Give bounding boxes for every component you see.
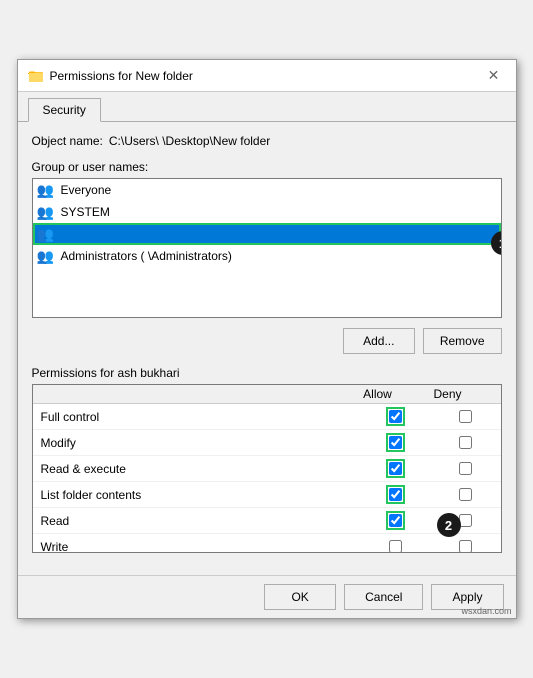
checkbox-deny-listfolder[interactable] bbox=[459, 488, 472, 501]
tab-security[interactable]: Security bbox=[28, 98, 101, 122]
permissions-header: Allow Deny bbox=[33, 385, 501, 404]
perm-row-modify: Modify bbox=[33, 430, 501, 456]
permissions-section: Permissions for ash bukhari Allow Deny F… bbox=[32, 366, 502, 553]
permissions-body: Full control Modify bbox=[33, 404, 501, 552]
user-name-administrators: Administrators ( \Administrators) bbox=[61, 249, 232, 263]
perm-name-listfolder: List folder contents bbox=[33, 486, 361, 504]
badge-2: 2 bbox=[437, 513, 461, 537]
user-list-container: 👥 Everyone 👥 SYSTEM 👥 1 👥 Administ bbox=[32, 178, 502, 318]
checkbox-deny-fullcontrol[interactable] bbox=[459, 410, 472, 423]
perm-name-read: Read bbox=[33, 512, 361, 530]
object-name-row: Object name: C:\Users\ \Desktop\New fold… bbox=[32, 134, 502, 148]
perm-deny-readexecute bbox=[431, 462, 501, 475]
user-avatar-system: 👥 bbox=[37, 203, 55, 221]
perm-allow-modify bbox=[361, 436, 431, 449]
perm-allow-read: 2 bbox=[361, 514, 431, 527]
window-title: Permissions for New folder bbox=[50, 69, 193, 83]
checkbox-allow-fullcontrol[interactable] bbox=[389, 410, 402, 423]
checkbox-allow-listfolder[interactable] bbox=[389, 488, 402, 501]
user-item-system[interactable]: 👥 SYSTEM bbox=[33, 201, 501, 223]
perm-name-fullcontrol: Full control bbox=[33, 408, 361, 426]
tab-bar: Security bbox=[18, 92, 516, 122]
object-name-label: Object name: bbox=[32, 134, 103, 148]
perm-allow-readexecute bbox=[361, 462, 431, 475]
group-section-label: Group or user names: bbox=[32, 160, 502, 174]
remove-button[interactable]: Remove bbox=[423, 328, 502, 354]
checkbox-allow-read[interactable] bbox=[389, 514, 402, 527]
checkbox-allow-modify[interactable] bbox=[389, 436, 402, 449]
user-item-everyone[interactable]: 👥 Everyone bbox=[33, 179, 501, 201]
user-item-ashbukhari[interactable]: 👥 1 bbox=[33, 223, 501, 245]
checkbox-deny-read[interactable] bbox=[459, 514, 472, 527]
perm-name-modify: Modify bbox=[33, 434, 361, 452]
title-bar-left: Permissions for New folder bbox=[28, 68, 193, 84]
perm-row-readexecute: Read & execute bbox=[33, 456, 501, 482]
perm-row-write: Write bbox=[33, 534, 501, 552]
checkbox-deny-write[interactable] bbox=[459, 540, 472, 552]
perm-header-allow: Allow bbox=[343, 385, 413, 403]
perm-row-fullcontrol: Full control bbox=[33, 404, 501, 430]
user-name-everyone: Everyone bbox=[61, 183, 112, 197]
cancel-button[interactable]: Cancel bbox=[344, 584, 423, 610]
perm-deny-listfolder bbox=[431, 488, 501, 501]
perm-allow-listfolder bbox=[361, 488, 431, 501]
perm-name-write: Write bbox=[33, 538, 361, 553]
perm-row-read: Read 2 bbox=[33, 508, 501, 534]
folder-icon bbox=[28, 68, 44, 84]
close-button[interactable]: ✕ bbox=[482, 66, 506, 86]
user-item-administrators[interactable]: 👥 Administrators ( \Administrators) bbox=[33, 245, 501, 267]
dialog-window: Permissions for New folder ✕ Security Ob… bbox=[17, 59, 517, 619]
dialog-content: Object name: C:\Users\ \Desktop\New fold… bbox=[18, 122, 516, 575]
perm-row-listfolder: List folder contents bbox=[33, 482, 501, 508]
perm-name-readexecute: Read & execute bbox=[33, 460, 361, 478]
checkbox-deny-modify[interactable] bbox=[459, 436, 472, 449]
user-list[interactable]: 👥 Everyone 👥 SYSTEM 👥 1 👥 Administ bbox=[32, 178, 502, 318]
checkbox-deny-readexecute[interactable] bbox=[459, 462, 472, 475]
add-button[interactable]: Add... bbox=[343, 328, 415, 354]
checkbox-allow-readexecute[interactable] bbox=[389, 462, 402, 475]
perm-allow-fullcontrol bbox=[361, 410, 431, 423]
user-avatar-ashbukhari: 👥 bbox=[37, 225, 55, 243]
user-avatar-administrators: 👥 bbox=[37, 247, 55, 265]
user-avatar-everyone: 👥 bbox=[37, 181, 55, 199]
permissions-label: Permissions for ash bukhari bbox=[32, 366, 502, 380]
perm-header-scroll bbox=[483, 385, 501, 403]
perm-allow-write bbox=[361, 540, 431, 552]
user-button-row: Add... Remove bbox=[32, 328, 502, 354]
dialog-footer: OK Cancel Apply wsxdan.com bbox=[18, 575, 516, 618]
ok-button[interactable]: OK bbox=[264, 584, 336, 610]
watermark: wsxdan.com bbox=[461, 606, 511, 616]
perm-deny-write bbox=[431, 540, 501, 552]
perm-deny-modify bbox=[431, 436, 501, 449]
user-name-system: SYSTEM bbox=[61, 205, 110, 219]
perm-header-deny: Deny bbox=[413, 385, 483, 403]
object-name-value: C:\Users\ \Desktop\New folder bbox=[109, 134, 270, 148]
perm-header-name bbox=[33, 385, 343, 403]
perm-deny-fullcontrol bbox=[431, 410, 501, 423]
permissions-table: Allow Deny Full control bbox=[32, 384, 502, 553]
checkbox-allow-write[interactable] bbox=[389, 540, 402, 552]
title-bar: Permissions for New folder ✕ bbox=[18, 60, 516, 92]
